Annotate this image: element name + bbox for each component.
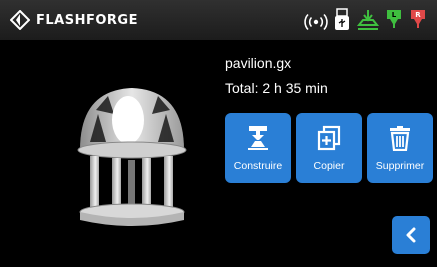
build-button[interactable]: Construire: [225, 113, 291, 183]
model-preview-image: [77, 88, 187, 226]
svg-text:L: L: [392, 11, 397, 19]
nozzle-right-icon: R: [411, 10, 425, 28]
back-button[interactable]: [392, 216, 430, 254]
nozzle-left-icon: L: [387, 10, 401, 28]
svg-text:R: R: [415, 11, 421, 19]
printer-screen: FLASHFORGE L R pavilion.gx Total: 2 h 35…: [0, 0, 437, 267]
total-time-label: Total:: [225, 80, 259, 96]
wifi-icon[interactable]: [303, 10, 329, 34]
brand-name: FLASHFORGE: [36, 12, 138, 28]
build-button-label: Construire: [233, 160, 283, 172]
file-name: pavilion.gx: [225, 55, 292, 71]
copy-button[interactable]: Copier: [296, 113, 362, 183]
delete-button[interactable]: Supprimer: [367, 113, 433, 183]
flashforge-logo-icon: [10, 10, 30, 30]
delete-button-label: Supprimer: [375, 160, 425, 172]
chevron-left-icon: [406, 227, 416, 243]
platform-icon: [356, 10, 380, 30]
trash-icon: [390, 126, 410, 151]
copy-button-label: Copier: [313, 160, 345, 172]
copy-icon: [317, 125, 341, 151]
brand-logo: FLASHFORGE: [10, 10, 138, 30]
build-icon: [248, 126, 268, 150]
total-time-value: 2 h 35 min: [262, 80, 328, 96]
total-print-time: Total: 2 h 35 min: [225, 80, 328, 96]
